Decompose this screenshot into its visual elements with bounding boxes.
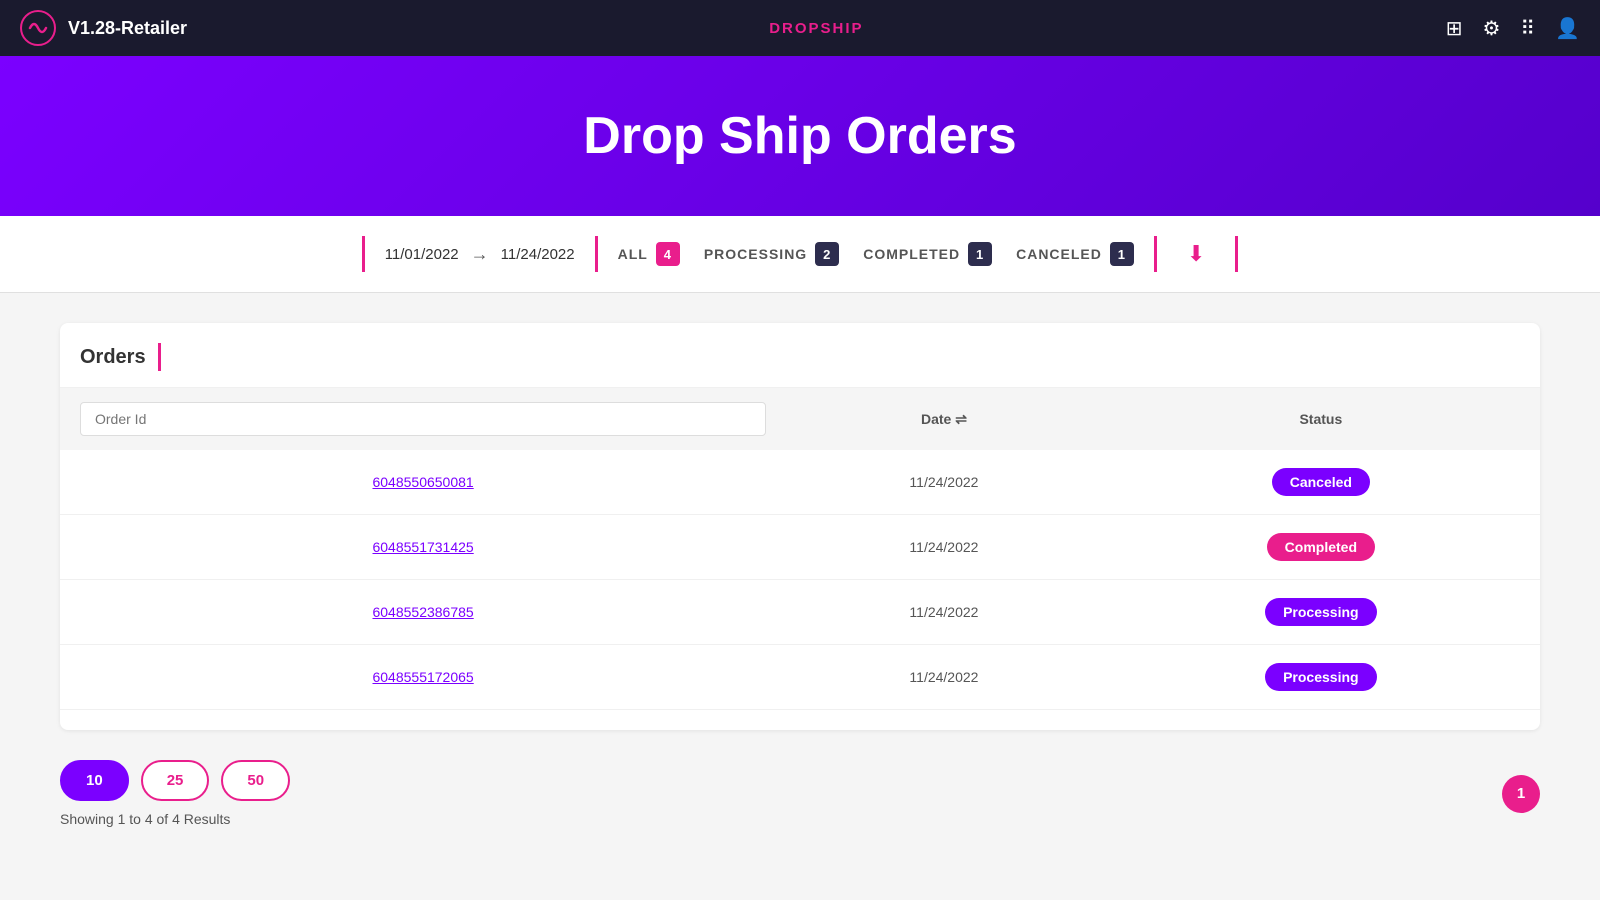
orders-title: Orders xyxy=(80,346,146,369)
per-page-btn-25[interactable]: 25 xyxy=(141,760,210,801)
filter-bar: 11/01/2022 → 11/24/2022 ALL 4 PROCESSING … xyxy=(0,216,1600,293)
filter-divider-end xyxy=(1235,236,1238,272)
col-order-id xyxy=(60,388,786,450)
order-id-link[interactable]: 6048551731425 xyxy=(372,539,473,555)
filter-tab-label: COMPLETED xyxy=(863,246,960,262)
search-input[interactable] xyxy=(80,402,766,436)
cell-order-id: 6048551731425 xyxy=(60,515,786,580)
date-arrow-icon: → xyxy=(471,244,489,265)
cell-date: 11/24/2022 xyxy=(786,450,1101,515)
status-badge: Canceled xyxy=(1272,468,1370,496)
col-date: Date ⇌ xyxy=(786,388,1101,450)
filter-tab-canceled[interactable]: CANCELED 1 xyxy=(1016,242,1134,266)
cell-order-id: 6048555172065 xyxy=(60,645,786,710)
per-page-buttons: 10 25 50 xyxy=(60,760,290,801)
filter-tab-completed[interactable]: COMPLETED 1 xyxy=(863,242,992,266)
cell-order-id: 6048552386785 xyxy=(60,580,786,645)
date-to: 11/24/2022 xyxy=(501,246,575,263)
filter-tabs: ALL 4PROCESSING 2COMPLETED 1CANCELED 1 xyxy=(618,242,1134,266)
nav-right: ⊞ ⚙ ⠿ 👤 xyxy=(1446,16,1580,41)
filter-tab-label: CANCELED xyxy=(1016,246,1102,262)
filter-tab-label: PROCESSING xyxy=(704,246,807,262)
per-page-btn-50[interactable]: 50 xyxy=(221,760,290,801)
filter-tab-all[interactable]: ALL 4 xyxy=(618,242,680,266)
cell-status: Processing xyxy=(1102,645,1540,710)
top-nav: V1.28-Retailer DROPSHIP ⊞ ⚙ ⠿ 👤 xyxy=(0,0,1600,56)
status-badge: Completed xyxy=(1267,533,1375,561)
table-row: 6048551731425 11/24/2022 Completed xyxy=(60,515,1540,580)
pagination-row: 10 25 50 Showing 1 to 4 of 4 Results 1 xyxy=(60,760,1540,827)
orders-header: Orders xyxy=(60,343,1540,388)
order-id-link[interactable]: 6048555172065 xyxy=(372,669,473,685)
table-row: 6048550650081 11/24/2022 Canceled xyxy=(60,450,1540,515)
order-id-link[interactable]: 6048552386785 xyxy=(372,604,473,620)
date-range: 11/01/2022 → 11/24/2022 xyxy=(385,244,575,265)
cell-status: Processing xyxy=(1102,580,1540,645)
nav-center-label: DROPSHIP xyxy=(769,20,863,37)
orders-title-bar xyxy=(158,343,161,371)
page-number-1[interactable]: 1 xyxy=(1502,775,1540,813)
status-badge: Processing xyxy=(1265,598,1376,626)
app-logo xyxy=(20,10,56,46)
orders-card: Orders Date ⇌ Status 6048550650081 11/24… xyxy=(60,323,1540,730)
cell-date: 11/24/2022 xyxy=(786,515,1101,580)
col-status: Status xyxy=(1102,388,1540,450)
orders-table: Date ⇌ Status 6048550650081 11/24/2022 C… xyxy=(60,388,1540,710)
table-row: 6048555172065 11/24/2022 Processing xyxy=(60,645,1540,710)
cell-status: Canceled xyxy=(1102,450,1540,515)
filter-badge: 1 xyxy=(1110,242,1134,266)
cell-date: 11/24/2022 xyxy=(786,645,1101,710)
filter-badge: 4 xyxy=(656,242,680,266)
filter-tab-processing[interactable]: PROCESSING 2 xyxy=(704,242,839,266)
order-id-link[interactable]: 6048550650081 xyxy=(372,474,473,490)
cell-order-id: 6048550650081 xyxy=(60,450,786,515)
table-row: 6048552386785 11/24/2022 Processing xyxy=(60,580,1540,645)
date-from: 11/01/2022 xyxy=(385,246,459,263)
nav-left: V1.28-Retailer xyxy=(20,10,187,46)
main-content: Orders Date ⇌ Status 6048550650081 11/24… xyxy=(0,293,1600,857)
filter-badge: 2 xyxy=(815,242,839,266)
app-version: V1.28-Retailer xyxy=(68,18,187,39)
pagination-left: 10 25 50 Showing 1 to 4 of 4 Results xyxy=(60,760,290,827)
page-title: Drop Ship Orders xyxy=(583,106,1016,166)
settings-icon[interactable]: ⚙ xyxy=(1482,16,1500,41)
filter-badge: 1 xyxy=(968,242,992,266)
cell-status: Completed xyxy=(1102,515,1540,580)
showing-text: Showing 1 to 4 of 4 Results xyxy=(60,811,290,827)
filter-divider-right xyxy=(1154,236,1157,272)
filter-divider-mid xyxy=(595,236,598,272)
download-icon[interactable]: ⬇ xyxy=(1187,241,1205,267)
table-header: Date ⇌ Status xyxy=(60,388,1540,450)
status-badge: Processing xyxy=(1265,663,1376,691)
cell-date: 11/24/2022 xyxy=(786,580,1101,645)
grid-icon[interactable]: ⠿ xyxy=(1520,16,1535,41)
filter-tab-label: ALL xyxy=(618,246,648,262)
dashboard-icon[interactable]: ⊞ xyxy=(1446,16,1463,41)
user-icon[interactable]: 👤 xyxy=(1555,16,1580,41)
filter-divider-left xyxy=(362,236,365,272)
header-banner: Drop Ship Orders xyxy=(0,56,1600,216)
per-page-btn-10[interactable]: 10 xyxy=(60,760,129,801)
